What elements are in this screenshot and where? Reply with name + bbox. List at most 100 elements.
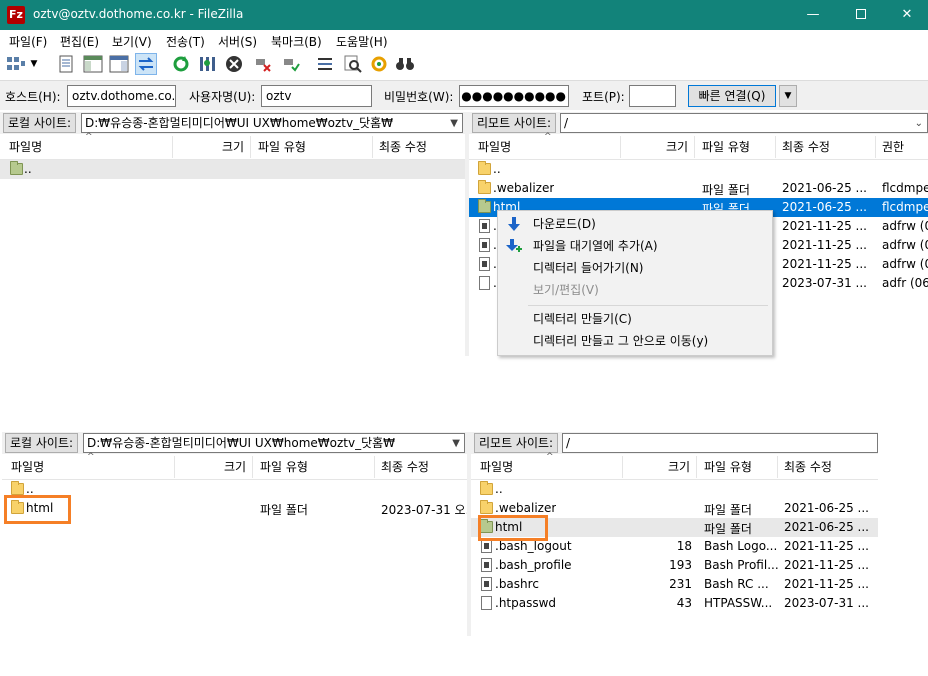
menu-item-create-directory[interactable]: 디렉터리 만들기(C)	[498, 308, 772, 330]
menu-separator	[528, 305, 768, 306]
transfer-queue-icon[interactable]	[135, 53, 157, 75]
remote-tree-icon[interactable]	[108, 53, 130, 75]
file-size: 43	[676, 596, 692, 610]
col-size[interactable]: 크기	[224, 458, 246, 475]
file-name: .bashrc	[495, 577, 539, 591]
remote-path-input[interactable]: / ⌄	[560, 113, 928, 133]
column-separator[interactable]	[174, 456, 175, 478]
col-filename[interactable]: 파일명	[9, 138, 42, 155]
minimize-button[interactable]: —	[790, 0, 836, 30]
menu-item-enter-directory[interactable]: 디렉터리 들어가기(N)	[498, 257, 772, 279]
filter-icon[interactable]	[196, 53, 218, 75]
highlight-local-html	[4, 495, 71, 524]
host-input[interactable]: oztv.dothome.co.kr	[67, 85, 176, 107]
table-row[interactable]: ..	[2, 480, 467, 499]
menu-item-view-edit: 보기/편집(V)	[498, 279, 772, 301]
site-manager-icon[interactable]	[5, 53, 27, 75]
port-input[interactable]	[629, 85, 676, 107]
table-row[interactable]: ..	[0, 160, 465, 179]
menu-file[interactable]: 파일(F)	[9, 33, 47, 50]
quickconnect-bar: 호스트(H): oztv.dothome.co.kr 사용자명(U): oztv…	[0, 80, 928, 110]
col-filename[interactable]: 파일명	[11, 458, 44, 475]
table-row[interactable]: .webalizer 파일 폴더 2021-06-25 ... flcdmpe	[469, 179, 928, 198]
local-path-input[interactable]: D:₩유승종-혼합멀티미디어₩UI UX₩home₩oztv_닷홈₩ ▼	[83, 433, 465, 453]
highlight-remote-html	[478, 515, 548, 541]
column-separator[interactable]	[372, 136, 373, 158]
col-size[interactable]: 크기	[666, 138, 688, 155]
column-separator[interactable]	[250, 136, 251, 158]
col-size[interactable]: 크기	[222, 138, 244, 155]
table-row[interactable]: html 파일 폴더 2023-07-31 오...	[2, 499, 467, 518]
quickconnect-button[interactable]: 빠른 연결(Q)	[688, 85, 776, 107]
col-filetype[interactable]: 파일 유형	[260, 458, 308, 475]
col-modified[interactable]: 최종 수정	[379, 138, 427, 155]
menu-view[interactable]: 보기(V)	[112, 33, 152, 50]
local-path-input[interactable]: D:₩유승종-혼합멀티미디어₩UI UX₩home₩oztv_닷홈₩ ▼	[81, 113, 463, 133]
disconnect-icon[interactable]	[252, 53, 274, 75]
search-remote-icon[interactable]	[342, 53, 364, 75]
menu-item-add-to-queue[interactable]: 파일을 대기열에 추가(A)	[498, 235, 772, 257]
menu-help[interactable]: 도움말(H)	[336, 33, 388, 50]
file-name: .webalizer	[495, 501, 557, 515]
folder-icon	[478, 199, 491, 213]
file-modified: 2021-11-25 ...	[784, 539, 869, 553]
menu-item-download[interactable]: 다운로드(D)	[498, 213, 772, 235]
file-icon	[481, 596, 492, 610]
file-permissions: adfrw (0	[882, 238, 928, 252]
local-tree-icon[interactable]	[82, 53, 104, 75]
column-separator[interactable]	[622, 456, 623, 478]
column-separator[interactable]	[777, 456, 778, 478]
message-log-icon[interactable]	[55, 53, 77, 75]
file-modified: 2021-11-25 ...	[784, 558, 869, 572]
col-size[interactable]: 크기	[668, 458, 690, 475]
menu-server[interactable]: 서버(S)	[218, 33, 257, 50]
dropdown-arrow-icon[interactable]: ▼	[28, 53, 40, 75]
context-menu: 다운로드(D) 파일을 대기열에 추가(A) 디렉터리 들어가기(N) 보기/편…	[497, 210, 773, 356]
col-filename[interactable]: 파일명	[480, 458, 513, 475]
col-modified[interactable]: 최종 수정	[784, 458, 832, 475]
column-separator[interactable]	[775, 136, 776, 158]
column-separator[interactable]	[696, 456, 697, 478]
refresh-icon[interactable]	[170, 53, 192, 75]
table-row[interactable]: .htpasswd 43 HTPASSW... 2023-07-31 ...	[471, 594, 878, 613]
password-input[interactable]: ●●●●●●●●●●	[459, 85, 569, 107]
column-separator[interactable]	[252, 456, 253, 478]
col-filetype[interactable]: 파일 유형	[258, 138, 306, 155]
col-modified[interactable]: 최종 수정	[381, 458, 429, 475]
remote-path-input[interactable]: /	[562, 433, 878, 453]
chevron-down-icon[interactable]: ▼	[450, 115, 458, 132]
col-filename[interactable]: 파일명	[478, 138, 511, 155]
compare-icon[interactable]	[314, 53, 336, 75]
menu-edit[interactable]: 편집(E)	[60, 33, 99, 50]
col-permissions[interactable]: 권한	[882, 138, 904, 155]
column-separator[interactable]	[172, 136, 173, 158]
menu-transfer[interactable]: 전송(T)	[166, 33, 205, 50]
menu-bookmarks[interactable]: 북마크(B)	[271, 33, 322, 50]
col-modified[interactable]: 최종 수정	[782, 138, 830, 155]
table-row[interactable]: .bash_profile 193 Bash Profil... 2021-11…	[471, 556, 878, 575]
table-row[interactable]: .bashrc 231 Bash RC ... 2021-11-25 ...	[471, 575, 878, 594]
quickconnect-history-dropdown[interactable]: ▼	[779, 85, 797, 107]
username-input[interactable]: oztv	[261, 85, 372, 107]
table-row[interactable]: ..	[469, 160, 928, 179]
col-filetype[interactable]: 파일 유형	[704, 458, 752, 475]
sync-browse-icon[interactable]	[368, 53, 390, 75]
column-separator[interactable]	[875, 136, 876, 158]
title-bar: Fz oztv@oztv.dothome.co.kr - FileZilla —…	[0, 0, 928, 30]
chevron-down-icon[interactable]: ▼	[452, 435, 460, 452]
column-separator[interactable]	[374, 456, 375, 478]
cancel-icon[interactable]	[223, 53, 245, 75]
chevron-down-icon[interactable]: ⌄	[915, 115, 923, 132]
col-filetype[interactable]: 파일 유형	[702, 138, 750, 155]
binoculars-icon[interactable]	[394, 53, 416, 75]
column-separator[interactable]	[694, 136, 695, 158]
column-separator[interactable]	[620, 136, 621, 158]
menu-item-create-and-enter-directory[interactable]: 디렉터리 만들고 그 안으로 이동(y)	[498, 330, 772, 352]
file-type: Bash Logo...	[704, 539, 778, 553]
maximize-button[interactable]	[838, 0, 884, 30]
close-button[interactable]: ✕	[884, 0, 928, 30]
table-row[interactable]: ..	[471, 480, 878, 499]
remote-site-bar: 리모트 사이트: / ⌄	[469, 112, 928, 134]
reconnect-icon[interactable]	[280, 53, 302, 75]
remote-path-text: /	[564, 116, 569, 130]
